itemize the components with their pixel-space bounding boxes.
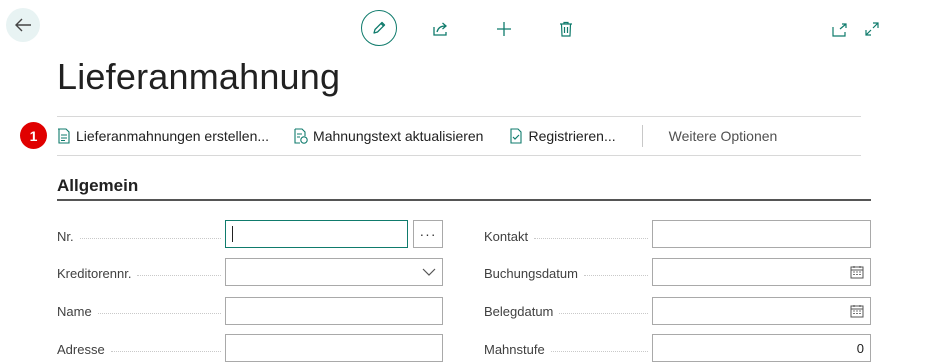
text-cursor	[232, 226, 233, 242]
nr-input[interactable]	[225, 220, 408, 248]
name-input[interactable]	[225, 297, 443, 325]
reminder-level-label-text: Mahnstufe	[484, 341, 545, 357]
address-label: Adresse	[57, 340, 221, 358]
posting-date-label-text: Buchungsdatum	[484, 265, 578, 281]
register-label: Registrieren...	[528, 128, 616, 144]
share-icon	[433, 22, 447, 36]
edit-button[interactable]	[361, 10, 397, 46]
section-title: Allgemein	[57, 176, 139, 195]
create-reminders-action[interactable]: Lieferanmahnungen erstellen...	[57, 128, 269, 144]
share-button[interactable]	[430, 18, 452, 40]
action-bar-top-divider	[57, 116, 861, 117]
posting-date-label: Buchungsdatum	[484, 264, 648, 282]
nr-label: Nr.	[57, 227, 221, 245]
back-button[interactable]	[6, 8, 40, 42]
action-bar: Lieferanmahnungen erstellen... Mahnungst…	[57, 118, 777, 154]
create-document-icon	[57, 128, 70, 144]
register-action[interactable]: Registrieren...	[509, 128, 616, 144]
open-new-window-icon	[832, 23, 847, 37]
delete-button[interactable]	[555, 18, 577, 40]
action-separator	[641, 125, 643, 147]
update-text-action[interactable]: Mahnungstext aktualisieren	[293, 128, 483, 144]
section-divider	[57, 199, 871, 201]
register-document-icon	[510, 128, 523, 144]
vendor-no-label-text: Kreditorennr.	[57, 265, 132, 281]
open-new-window-button[interactable]	[830, 20, 850, 40]
more-options-label: Weitere Optionen	[668, 128, 778, 144]
ellipsis-icon: ···	[419, 226, 437, 242]
reminder-level-label: Mahnstufe	[484, 340, 648, 358]
posting-date-input[interactable]	[652, 258, 871, 286]
name-label: Name	[57, 302, 221, 320]
contact-input[interactable]	[652, 220, 871, 248]
vendor-no-label: Kreditorennr.	[57, 264, 221, 282]
vendor-no-select[interactable]	[225, 258, 443, 286]
reminder-level-value: 0	[856, 340, 864, 356]
action-bar-bottom-divider	[57, 155, 861, 156]
nr-label-text: Nr.	[57, 228, 74, 244]
calendar-icon[interactable]	[850, 265, 864, 279]
refresh-document-icon	[294, 128, 308, 144]
back-arrow-icon	[15, 18, 31, 32]
expand-icon	[865, 22, 879, 36]
more-options-action[interactable]: Weitere Optionen	[669, 128, 778, 144]
address-label-text: Adresse	[57, 341, 105, 357]
document-date-label: Belegdatum	[484, 302, 648, 320]
document-date-label-text: Belegdatum	[484, 303, 554, 319]
contact-label: Kontakt	[484, 227, 648, 245]
step-badge: 1	[20, 122, 47, 149]
trash-icon	[560, 21, 572, 37]
update-text-label: Mahnungstext aktualisieren	[313, 128, 484, 144]
contact-label-text: Kontakt	[484, 228, 529, 244]
pencil-icon	[373, 21, 386, 34]
page-title: Lieferanmahnung	[57, 56, 341, 97]
plus-icon	[497, 22, 511, 36]
calendar-icon[interactable]	[850, 304, 864, 318]
chevron-down-icon	[422, 268, 436, 276]
create-reminders-label: Lieferanmahnungen erstellen...	[76, 128, 270, 144]
name-label-text: Name	[57, 303, 92, 319]
address-input[interactable]	[225, 334, 443, 362]
document-date-input[interactable]	[652, 297, 871, 325]
nr-assist-button[interactable]: ···	[413, 220, 443, 248]
expand-button[interactable]	[862, 19, 882, 39]
reminder-level-input[interactable]: 0	[652, 334, 871, 362]
new-button[interactable]	[493, 18, 515, 40]
